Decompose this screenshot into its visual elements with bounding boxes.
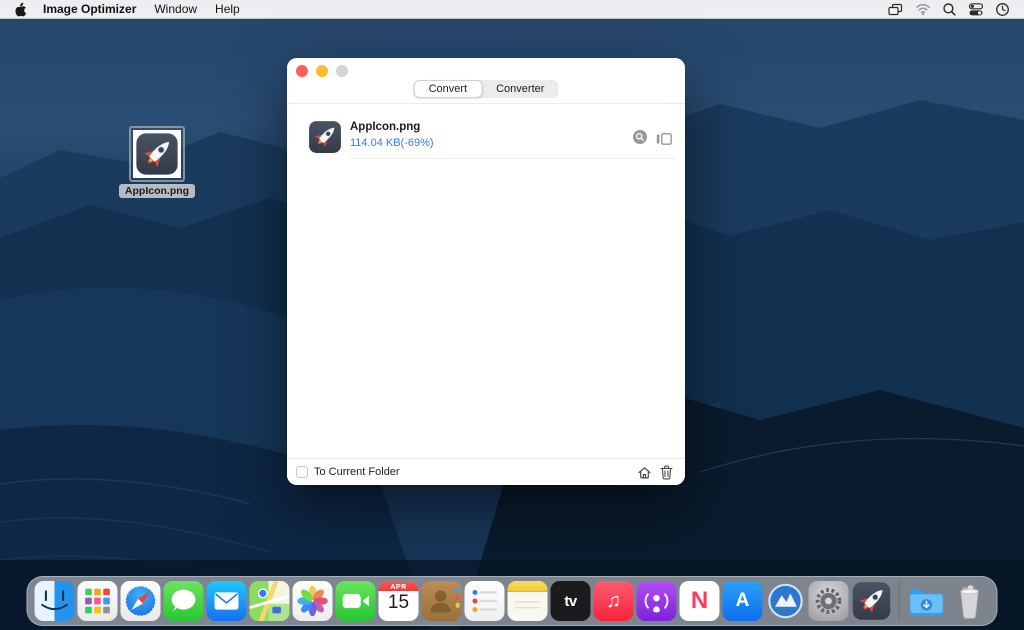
menu-app-name[interactable]: Image Optimizer — [43, 2, 136, 16]
displays-icon[interactable] — [887, 2, 904, 17]
dock-icon-downloads-folder[interactable] — [907, 581, 947, 621]
calendar-day: 15 — [379, 592, 419, 614]
desktop-file-thumbnail — [133, 130, 181, 178]
desktop-file-appicon[interactable]: AppIcon.png — [124, 126, 190, 198]
dock-icon-safari[interactable] — [121, 581, 161, 621]
dock-icon-tv[interactable]: tv — [551, 581, 591, 621]
trash-icon[interactable] — [660, 465, 673, 485]
dock-icon-podcasts[interactable] — [637, 581, 677, 621]
dock-icon-messages[interactable] — [164, 581, 204, 621]
zoom-button-disabled — [336, 65, 348, 77]
menu-item-help[interactable]: Help — [215, 2, 240, 16]
image-optimizer-window: Convert Converter AppIcon.png 114.04 KB(… — [287, 58, 685, 485]
file-name: AppIcon.png — [350, 121, 420, 133]
home-icon[interactable] — [637, 465, 652, 485]
dock-icon-mail[interactable] — [207, 581, 247, 621]
dock-icon-system-preferences[interactable] — [809, 581, 849, 621]
file-row[interactable]: AppIcon.png 114.04 KB(-69%) — [287, 118, 685, 160]
tab-convert[interactable]: Convert — [414, 80, 483, 98]
row-separator — [350, 158, 675, 159]
news-glyph: N — [680, 581, 720, 621]
menu-bar: Image Optimizer Window Help — [0, 0, 1024, 19]
dock-icon-image-optimizer[interactable] — [852, 581, 892, 621]
file-thumbnail — [308, 120, 342, 154]
dock-icon-app-store[interactable]: A — [723, 581, 763, 621]
checkbox-label: To Current Folder — [314, 459, 400, 486]
dock-icon-contacts[interactable] — [422, 581, 462, 621]
window-footer: To Current Folder — [287, 458, 685, 485]
dock-icon-mountain-app[interactable] — [766, 581, 806, 621]
compare-icon[interactable] — [656, 132, 672, 150]
dock-icon-calendar[interactable]: APR 15 — [379, 581, 419, 621]
menu-item-window[interactable]: Window — [154, 2, 197, 16]
apple-logo-icon[interactable] — [14, 2, 27, 17]
dock-icon-photos[interactable] — [293, 581, 333, 621]
notes-yellow-band — [508, 581, 548, 592]
spotlight-icon[interactable] — [942, 2, 957, 17]
calendar-month: APR — [379, 584, 419, 591]
dock-icon-music[interactable]: ♫ — [594, 581, 634, 621]
close-button[interactable] — [296, 65, 308, 77]
dock-divider — [899, 581, 900, 621]
dock-icon-news[interactable]: N — [680, 581, 720, 621]
dock-icon-launchpad[interactable] — [78, 581, 118, 621]
tab-converter[interactable]: Converter — [482, 80, 558, 98]
desktop-file-selection — [129, 126, 185, 182]
traffic-lights — [296, 65, 348, 77]
app-store-glyph: A — [723, 581, 763, 621]
rocket-icon — [135, 132, 179, 176]
dock: APR 15 tv ♫ — [27, 576, 998, 626]
wifi-icon[interactable] — [915, 2, 931, 16]
music-note-glyph: ♫ — [594, 581, 634, 621]
dock-icon-reminders[interactable] — [465, 581, 505, 621]
dock-icon-facetime[interactable] — [336, 581, 376, 621]
desktop-file-label: AppIcon.png — [119, 184, 195, 198]
tv-glyph: tv — [551, 581, 591, 621]
to-current-folder-checkbox[interactable] — [296, 466, 308, 478]
clock-icon[interactable] — [995, 2, 1010, 17]
dock-icon-maps[interactable] — [250, 581, 290, 621]
window-titlebar[interactable]: Convert Converter — [287, 58, 685, 104]
dock-icon-trash[interactable] — [950, 581, 990, 621]
dock-icon-notes[interactable] — [508, 581, 548, 621]
quicklook-icon[interactable] — [633, 130, 647, 149]
minimize-button[interactable] — [316, 65, 328, 77]
control-center-icon[interactable] — [968, 2, 984, 17]
file-size-savings: 114.04 KB(-69%) — [350, 137, 434, 149]
rocket-icon — [308, 120, 342, 154]
dock-icon-finder[interactable] — [35, 581, 75, 621]
mode-segmented-control: Convert Converter — [414, 80, 559, 98]
